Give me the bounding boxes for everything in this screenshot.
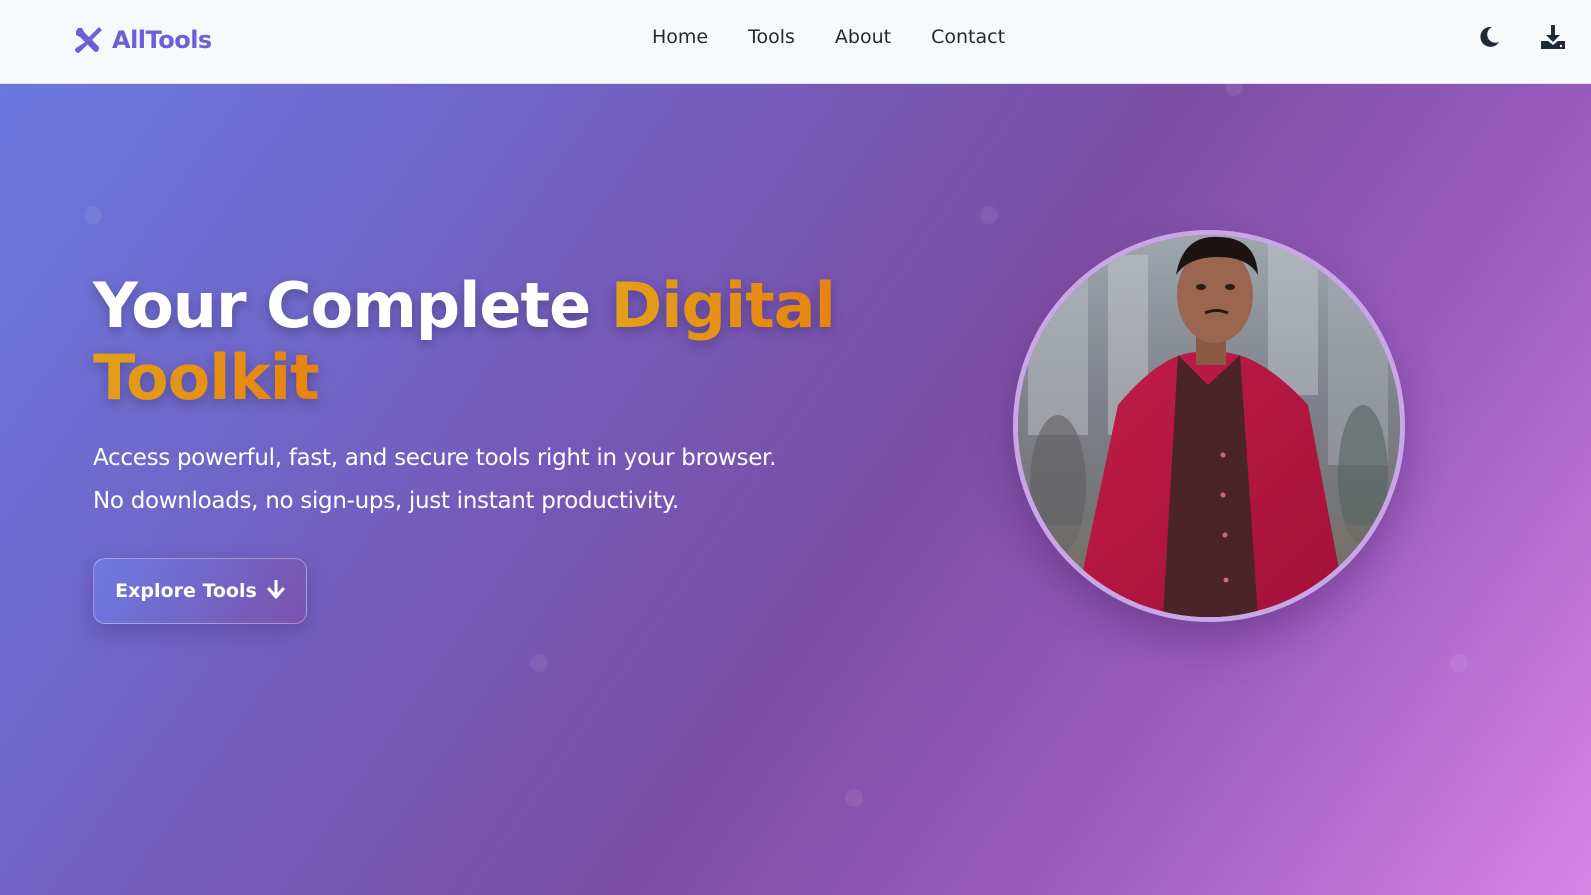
brand-logo[interactable]: AllTools (72, 22, 212, 58)
install-button[interactable] (1537, 22, 1569, 54)
hero-title: Your Complete Digital Toolkit (93, 270, 853, 414)
hero-section: Your Complete Digital Toolkit Access pow… (0, 84, 1591, 895)
profile-photo (1013, 230, 1405, 622)
nav-contact[interactable]: Contact (931, 26, 1005, 48)
hero-subtitle-line-1: Access powerful, fast, and secure tools … (93, 445, 777, 471)
explore-tools-label: Explore Tools (115, 580, 257, 602)
main-nav: Home Tools About Contact (652, 26, 1005, 48)
decor-dot (530, 654, 548, 672)
profile-photo-illustration (1018, 235, 1400, 617)
navbar: AllTools Home Tools About Contact (0, 0, 1591, 84)
nav-tools[interactable]: Tools (748, 26, 795, 48)
nav-home[interactable]: Home (652, 26, 708, 48)
hero-title-accent-2: Toolkit (93, 341, 320, 414)
decor-dot (1225, 84, 1243, 96)
nav-about[interactable]: About (835, 26, 891, 48)
arrow-down-icon (267, 579, 285, 604)
download-icon (1539, 23, 1567, 54)
decor-dot (980, 206, 998, 224)
tools-icon (72, 24, 104, 56)
moon-icon (1477, 25, 1501, 52)
hero-subtitle-line-2: No downloads, no sign-ups, just instant … (93, 488, 679, 514)
explore-tools-button[interactable]: Explore Tools (93, 558, 307, 624)
nav-actions (1473, 22, 1569, 54)
theme-toggle-button[interactable] (1473, 22, 1505, 54)
decor-dot (845, 789, 863, 807)
hero-title-main: Your Complete (93, 269, 611, 342)
decor-dot (1450, 654, 1468, 672)
decor-dot (84, 206, 102, 224)
brand-name: AllTools (112, 26, 212, 54)
hero-title-accent-1: Digital (610, 269, 836, 342)
hero-subtitle: Access powerful, fast, and secure tools … (93, 437, 853, 523)
